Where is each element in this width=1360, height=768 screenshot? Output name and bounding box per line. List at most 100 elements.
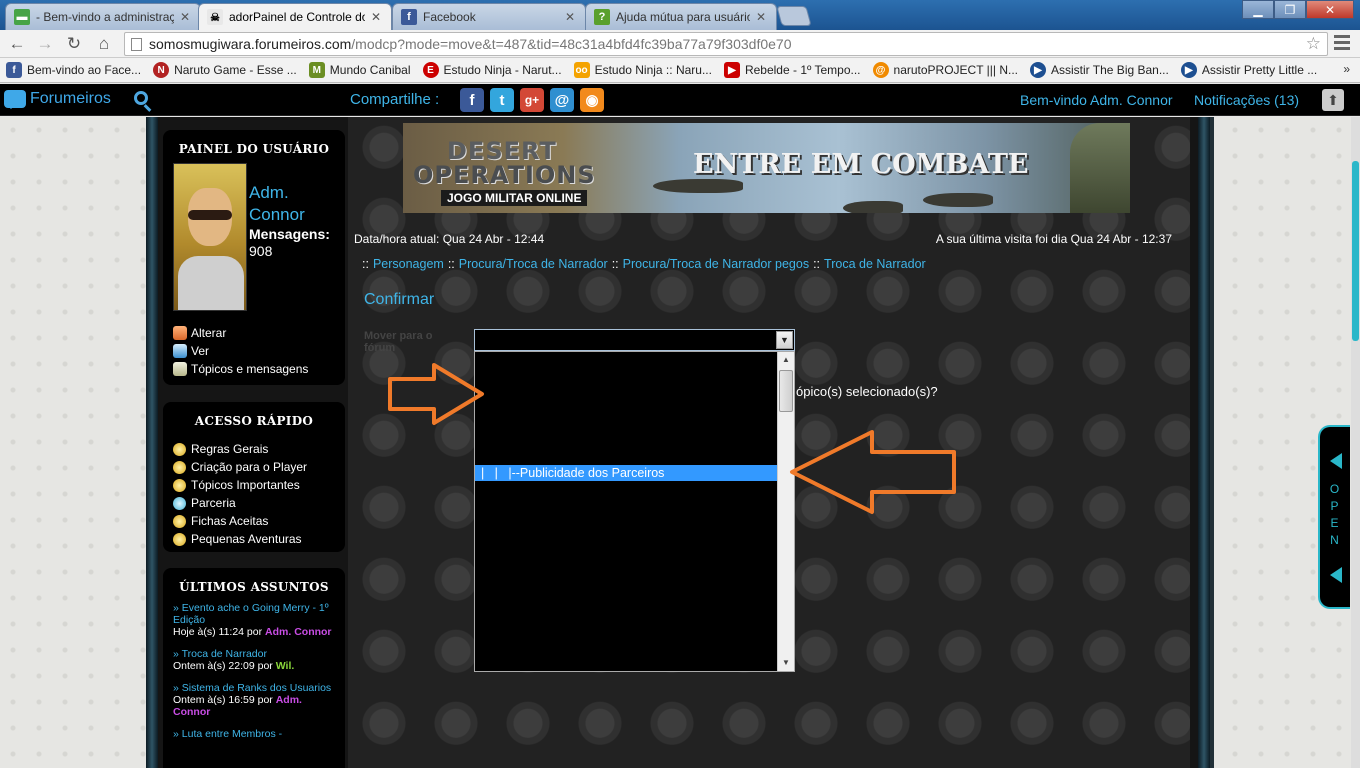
link-label: Criação para o Player [191,460,308,474]
googleplus-share-icon[interactable]: g+ [520,88,544,112]
topic-link[interactable]: Troca de Narrador [182,648,267,660]
user-panel: PAINEL DO USUÁRIO Adm. Connor Mensagens:… [163,130,345,385]
current-datetime: Data/hora atual: Qua 24 Abr - 12:44 [354,232,545,246]
topic-author[interactable]: Wil. [276,660,295,672]
tab-admin[interactable]: ▬ - Bem-vindo a administraç ✕ [5,3,201,30]
bookmark-star-icon[interactable]: ☆ [1306,33,1321,55]
page-scrollbar[interactable] [1351,117,1360,768]
topic-link[interactable]: Luta entre Membros - [182,728,282,740]
breadcrumb-procura-troca[interactable]: Procura/Troca de Narrador [459,257,608,271]
browser-toolbar: ← → ↻ ⌂ somosmugiwara.forumeiros.com/mod… [0,30,1360,58]
rss-share-icon[interactable]: ◉ [580,88,604,112]
tab-painel-de-controle[interactable]: ☠ adorPainel de Controle do ✕ [198,3,392,30]
bookmark-item[interactable]: ▶ Assistir Pretty Little ... [1180,62,1318,78]
quick-link-regras-gerais[interactable]: Regras Gerais [163,440,345,458]
close-window-button[interactable]: ✕ [1306,0,1354,19]
list-item: » Evento ache o Going Merry - 1º Edição … [173,602,332,638]
quick-link-topicos-importantes[interactable]: Tópicos Importantes [163,476,345,494]
arrow-up-icon[interactable]: ⬆ [1322,89,1344,111]
page-scroll-thumb[interactable] [1352,161,1359,341]
breadcrumb-personagem[interactable]: Personagem [373,257,444,271]
profile-view-link[interactable]: Ver [173,344,209,358]
banner-logo-line-2: OPERATIONS [413,161,596,189]
coin-icon [173,442,186,456]
topic-link[interactable]: Evento ache o Going Merry - 1º Edição [173,602,329,626]
chevron-left-icon[interactable] [1330,453,1342,469]
play-icon: ▶ [1030,62,1047,78]
quick-link-pequenas-aventuras[interactable]: Pequenas Aventuras [163,530,345,548]
topic-time: Hoje à(s) 11:24 por [173,626,263,638]
breadcrumb-procura-troca-pegos[interactable]: Procura/Troca de Narrador pegos [623,257,809,271]
breadcrumb-separator: :: [362,257,369,271]
chevron-down-icon[interactable]: ▼ [776,331,793,349]
quick-link-fichas-aceitas[interactable]: Fichas Aceitas [163,512,345,530]
chrome-menu-icon[interactable] [1334,35,1350,53]
maximize-button[interactable]: ❐ [1274,0,1306,19]
coin-icon [173,532,186,546]
tab-label: Facebook [423,10,476,24]
email-share-icon[interactable]: @ [550,88,574,112]
username-line-1: Adm. [249,183,289,202]
forum-select[interactable]: ▼ [474,329,795,351]
bookmark-item[interactable]: ▶ Rebelde - 1º Tempo... [723,62,861,78]
bookmark-item[interactable]: N Naruto Game - Esse ... [153,62,297,78]
document-icon [173,362,187,376]
quick-access-title: ACESSO RÁPIDO [194,414,314,428]
minimize-button[interactable]: ▁ [1242,0,1274,19]
close-icon[interactable]: ✕ [178,10,192,24]
scroll-down-icon[interactable]: ▼ [778,655,794,671]
frame-border-left [146,117,158,768]
back-icon[interactable]: ← [6,33,28,55]
twitter-share-icon[interactable]: t [490,88,514,112]
tab-facebook[interactable]: f Facebook ✕ [392,3,586,30]
bookmark-label: narutoPROJECT ||| N... [893,63,1019,77]
facebook-share-icon[interactable]: f [460,88,484,112]
avatar[interactable] [173,163,247,311]
home-icon[interactable]: ⌂ [93,33,115,55]
ad-banner[interactable]: DESERT OPERATIONS JOGO MILITAR ONLINE EN… [403,123,1130,213]
scroll-thumb[interactable] [779,370,793,412]
bookmark-label: Bem-vindo ao Face... [27,63,142,77]
reload-icon[interactable]: ↻ [63,33,85,55]
bookmark-label: Rebelde - 1º Tempo... [744,63,861,77]
chevron-left-icon[interactable] [1330,567,1342,583]
username-link[interactable]: Adm. Connor [249,182,305,226]
open-side-widget[interactable]: OPEN [1318,425,1350,609]
notifications-link[interactable]: Notificações (13) [1194,92,1299,108]
close-icon[interactable]: ✕ [563,10,577,24]
bookmark-item[interactable]: @ narutoPROJECT ||| N... [872,62,1019,78]
topic-author[interactable]: Adm. Connor [265,626,332,638]
help-icon: ? [594,9,610,25]
topic-link[interactable]: Sistema de Ranks dos Usuarios [182,682,331,694]
bookmark-label: Assistir Pretty Little ... [1201,63,1318,77]
tab-ajuda[interactable]: ? Ajuda mútua para usuário ✕ [585,3,777,30]
bookmark-item[interactable]: oo Estudo Ninja :: Naru... [573,62,712,78]
close-icon[interactable]: ✕ [754,10,768,24]
forumeiros-label: Forumeiros [30,90,111,107]
search-icon[interactable] [134,91,154,112]
forum-select-dropdown[interactable]: | | |--Publicidade dos Parceiros ▲ ▼ [474,351,795,672]
quick-link-parceria[interactable]: Parceria [163,494,345,512]
close-icon[interactable]: ✕ [369,10,383,24]
list-item: » Luta entre Membros - [173,728,283,740]
bookmark-item[interactable]: f Bem-vindo ao Face... [6,62,141,78]
forumeiros-logo[interactable]: Forumeiros [4,90,111,109]
bookmark-item[interactable]: ▶ Assistir The Big Ban... [1030,62,1169,78]
banner-headline: ENTRE EM COMBATE [693,149,1029,180]
profile-edit-link[interactable]: Alterar [173,326,226,340]
tab-label: - Bem-vindo a administraç [36,10,174,24]
globe-icon [173,496,186,510]
bookmarks-overflow-button[interactable]: » [1343,62,1350,76]
welcome-user-link[interactable]: Bem-vindo Adm. Connor [1020,92,1173,108]
annotation-arrow-left-icon [790,430,956,514]
topics-and-messages-link[interactable]: Tópicos e mensagens [173,362,308,376]
forward-icon[interactable]: → [34,33,56,55]
scroll-up-icon[interactable]: ▲ [778,352,794,368]
bookmark-item[interactable]: M Mundo Canibal [308,62,411,78]
quick-link-criacao[interactable]: Criação para o Player [163,458,345,476]
breadcrumb-troca-de-narrador[interactable]: Troca de Narrador [824,257,926,271]
address-bar[interactable]: somosmugiwara.forumeiros.com/modcp?mode=… [124,32,1328,56]
new-tab-button[interactable] [776,6,812,26]
bookmark-item[interactable]: E Estudo Ninja - Narut... [422,62,562,78]
dropdown-option-publicidade-dos-parceiros[interactable]: | | |--Publicidade dos Parceiros [475,465,778,481]
